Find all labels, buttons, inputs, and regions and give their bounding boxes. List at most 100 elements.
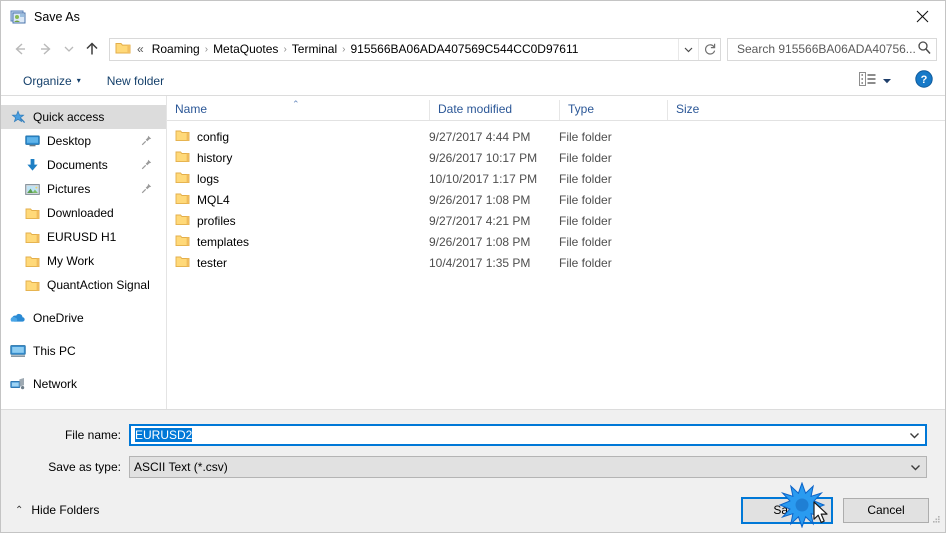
- change-view-button[interactable]: [854, 69, 897, 92]
- documents-download-icon: [23, 158, 41, 172]
- sidebar-item-quick-access[interactable]: Quick access: [1, 105, 166, 129]
- save-as-type-row: Save as type: ASCII Text (*.csv): [1, 456, 927, 478]
- sidebar-item-label: Downloaded: [47, 206, 114, 220]
- sidebar-item-label: My Work: [47, 254, 95, 268]
- file-name-input[interactable]: EURUSD2: [135, 428, 193, 442]
- pin-icon: [141, 183, 152, 197]
- file-type: File folder: [559, 234, 612, 249]
- sidebar-item-label: Documents: [47, 158, 108, 172]
- file-name: templates: [197, 234, 250, 249]
- column-header-label: Type: [568, 102, 595, 116]
- dialog-footer: ⌃ Hide Folders Save Cancel: [1, 488, 945, 532]
- column-header-size[interactable]: Size: [667, 100, 747, 120]
- file-date: 9/27/2017 4:21 PM: [429, 213, 531, 228]
- file-type: File folder: [559, 129, 612, 144]
- new-folder-button[interactable]: New folder: [99, 71, 172, 91]
- table-row[interactable]: config 9/27/2017 4:44 PM File folder: [167, 126, 945, 147]
- network-icon: [9, 377, 27, 391]
- onedrive-cloud-icon: [9, 312, 27, 324]
- save-as-type-combobox[interactable]: ASCII Text (*.csv): [129, 456, 927, 478]
- navigation-bar: « Roaming › MetaQuotes › Terminal › 9155…: [1, 32, 945, 66]
- refresh-icon[interactable]: [698, 38, 720, 60]
- sort-ascending-caret-icon: ⌃: [292, 99, 300, 109]
- save-button[interactable]: Save: [741, 496, 833, 524]
- breadcrumb-item-roaming[interactable]: Roaming: [148, 42, 204, 56]
- file-name: MQL4: [197, 192, 230, 207]
- save-as-dialog-icon: [10, 9, 26, 25]
- hide-folders-toggle[interactable]: ⌃ Hide Folders: [15, 503, 99, 517]
- table-row[interactable]: history 9/26/2017 10:17 PM File folder: [167, 147, 945, 168]
- breadcrumb-item-terminal-id[interactable]: 915566BA06ADA407569C544CC0D97611: [346, 42, 582, 56]
- table-row[interactable]: profiles 9/27/2017 4:21 PM File folder: [167, 210, 945, 231]
- dialog-body: Quick access Desktop Documents Pictures …: [1, 96, 945, 409]
- folder-icon: [23, 207, 41, 220]
- table-row[interactable]: logs 10/10/2017 1:17 PM File folder: [167, 168, 945, 189]
- file-type: File folder: [559, 192, 612, 207]
- column-header-row: ⌃ Name Date modified Type Size: [167, 96, 945, 121]
- file-name: config: [197, 129, 230, 144]
- search-input[interactable]: [735, 41, 917, 57]
- arrow-up-icon[interactable]: [79, 36, 105, 62]
- file-list-pane[interactable]: ⌃ Name Date modified Type Size config 9/…: [167, 96, 945, 409]
- file-date: 10/10/2017 1:17 PM: [429, 171, 538, 186]
- chevron-down-icon: ▾: [76, 76, 81, 85]
- breadcrumb-item-metaquotes[interactable]: MetaQuotes: [209, 42, 282, 56]
- sidebar-item-onedrive[interactable]: OneDrive: [1, 306, 166, 330]
- column-header-date-modified[interactable]: Date modified: [429, 100, 559, 120]
- folder-icon: [175, 150, 190, 166]
- search-box[interactable]: [727, 37, 937, 61]
- search-icon[interactable]: [917, 40, 932, 58]
- sidebar-item-network[interactable]: Network: [1, 372, 166, 396]
- folder-icon: [175, 234, 190, 250]
- folder-icon: [23, 231, 41, 244]
- cancel-button[interactable]: Cancel: [843, 497, 929, 523]
- breadcrumb-item-terminal[interactable]: Terminal: [288, 42, 341, 56]
- table-row[interactable]: templates 9/26/2017 1:08 PM File folder: [167, 231, 945, 252]
- sidebar-item-desktop[interactable]: Desktop: [1, 129, 166, 153]
- file-name-combobox[interactable]: EURUSD2: [129, 424, 927, 446]
- sidebar-item-my-work[interactable]: My Work: [1, 249, 166, 273]
- address-bar[interactable]: « Roaming › MetaQuotes › Terminal › 9155…: [109, 37, 721, 61]
- file-name: profiles: [197, 213, 236, 228]
- file-name-row: File name: EURUSD2: [1, 424, 927, 446]
- help-circle-icon[interactable]: ?: [915, 70, 933, 91]
- recent-locations-chevron-down-icon[interactable]: [59, 36, 79, 62]
- organize-button[interactable]: Organize ▾: [15, 71, 89, 91]
- sidebar-item-label: This PC: [33, 344, 76, 358]
- table-row[interactable]: MQL4 9/26/2017 1:08 PM File folder: [167, 189, 945, 210]
- navigation-sidebar[interactable]: Quick access Desktop Documents Pictures …: [1, 96, 167, 409]
- view-chevron-down-icon: [882, 74, 892, 88]
- resize-grip-icon[interactable]: [929, 514, 941, 529]
- column-header-name[interactable]: ⌃ Name: [167, 99, 429, 120]
- close-icon[interactable]: [899, 1, 945, 32]
- save-as-dialog: Save As « Roaming › MetaQuotes › Termina…: [0, 0, 946, 533]
- address-dropdown-chevron-down-icon[interactable]: [678, 38, 698, 60]
- sidebar-item-label: Quick access: [33, 110, 105, 124]
- sidebar-item-eurusd-h1[interactable]: EURUSD H1: [1, 225, 166, 249]
- file-type: File folder: [559, 213, 612, 228]
- folder-icon: [23, 279, 41, 292]
- file-type: File folder: [559, 255, 612, 270]
- chevron-up-icon: ⌃: [15, 504, 24, 516]
- folder-icon: [115, 41, 131, 58]
- arrow-right-icon[interactable]: [33, 36, 59, 62]
- file-date: 10/4/2017 1:35 PM: [429, 255, 531, 270]
- file-type: File folder: [559, 150, 612, 165]
- file-name-chevron-down-icon[interactable]: [903, 431, 925, 440]
- sidebar-item-downloaded[interactable]: Downloaded: [1, 201, 166, 225]
- table-row[interactable]: tester 10/4/2017 1:35 PM File folder: [167, 252, 945, 273]
- sidebar-item-this-pc[interactable]: This PC: [1, 339, 166, 363]
- save-form: File name: EURUSD2 Save as type: ASCII T…: [1, 409, 945, 488]
- file-rows-container: config 9/27/2017 4:44 PM File folder his…: [167, 121, 945, 273]
- breadcrumb-overflow[interactable]: «: [133, 42, 148, 56]
- view-layout-icon: [859, 72, 876, 89]
- save-as-type-chevron-down-icon[interactable]: [904, 463, 926, 472]
- sidebar-item-quantaction-signal[interactable]: QuantAction Signal: [1, 273, 166, 297]
- sidebar-item-pictures[interactable]: Pictures: [1, 177, 166, 201]
- file-name-value-wrap[interactable]: EURUSD2: [131, 428, 903, 442]
- arrow-left-icon[interactable]: [7, 36, 33, 62]
- column-header-type[interactable]: Type: [559, 100, 667, 120]
- sidebar-item-documents[interactable]: Documents: [1, 153, 166, 177]
